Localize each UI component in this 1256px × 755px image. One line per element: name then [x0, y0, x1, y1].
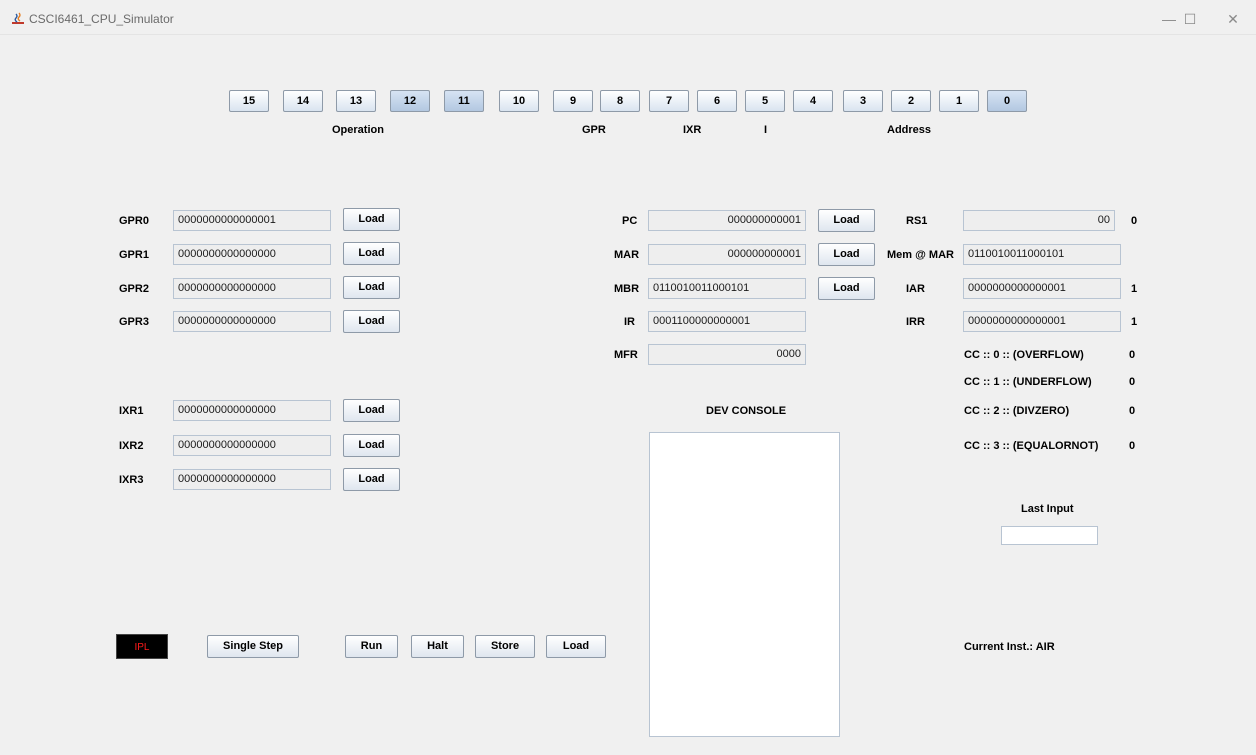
bit-13-button[interactable]: 13: [336, 90, 376, 112]
bit-4-button[interactable]: 4: [793, 90, 833, 112]
window-title: CSCI6461_CPU_Simulator: [29, 12, 174, 26]
gpr1-field: 0000000000000000: [173, 244, 331, 265]
i-group-label: I: [764, 124, 768, 136]
store-button[interactable]: Store: [475, 635, 535, 658]
ixr2-field: 0000000000000000: [173, 435, 331, 456]
ixr2-load-button[interactable]: Load: [343, 434, 400, 457]
ixr1-field: 0000000000000000: [173, 400, 331, 421]
ixr1-label: IXR1: [119, 405, 144, 417]
dev-console-title: DEV CONSOLE: [706, 405, 787, 417]
ixr3-label: IXR3: [119, 474, 144, 486]
bit-10-button[interactable]: 10: [499, 90, 539, 112]
maximize-button[interactable]: ☐: [1175, 8, 1205, 30]
bit-7-button[interactable]: 7: [649, 90, 689, 112]
bit-0-button[interactable]: 0: [987, 90, 1027, 112]
mar-load-button[interactable]: Load: [818, 243, 875, 266]
ipl-button[interactable]: IPL: [116, 634, 168, 659]
gpr2-label: GPR2: [119, 283, 149, 295]
bit-15-button[interactable]: 15: [229, 90, 269, 112]
cc-equalornot-value: 0: [1129, 440, 1136, 452]
gpr0-label: GPR0: [119, 215, 149, 227]
mbr-field: 0110010011000101: [648, 278, 806, 299]
cc-equalornot-label: CC :: 3 :: (EQUALORNOT): [964, 440, 1099, 452]
irr-field: 0000000000000001: [963, 311, 1121, 332]
bit-5-button[interactable]: 5: [745, 90, 785, 112]
gpr3-field: 0000000000000000: [173, 311, 331, 332]
mbr-label: MBR: [614, 283, 640, 295]
bit-1-button[interactable]: 1: [939, 90, 979, 112]
iar-indicator: 1: [1131, 283, 1138, 295]
cc-overflow-label: CC :: 0 :: (OVERFLOW): [964, 349, 1084, 361]
title-bar: [0, 0, 1256, 35]
bit-14-button[interactable]: 14: [283, 90, 323, 112]
last-input-label: Last Input: [1021, 503, 1074, 515]
gpr3-label: GPR3: [119, 316, 149, 328]
mar-field: 000000000001: [648, 244, 806, 265]
dev-console-textarea[interactable]: [649, 432, 840, 737]
mem-at-mar-label: Mem @ MAR: [887, 249, 954, 261]
bit-8-button[interactable]: 8: [600, 90, 640, 112]
cc-underflow-label: CC :: 1 :: (UNDERFLOW): [964, 376, 1092, 388]
gpr-group-label: GPR: [582, 124, 606, 136]
ixr2-label: IXR2: [119, 440, 144, 452]
last-input-field[interactable]: [1001, 526, 1098, 545]
cc-divzero-label: CC :: 2 :: (DIVZERO): [964, 405, 1070, 417]
bit-9-button[interactable]: 9: [553, 90, 593, 112]
irr-indicator: 1: [1131, 316, 1138, 328]
iar-label: IAR: [906, 283, 925, 295]
mem-at-mar-field: 0110010011000101: [963, 244, 1121, 265]
irr-label: IRR: [906, 316, 925, 328]
close-button[interactable]: ✕: [1218, 8, 1248, 30]
bit-2-button[interactable]: 2: [891, 90, 931, 112]
bit-6-button[interactable]: 6: [697, 90, 737, 112]
ixr3-field: 0000000000000000: [173, 469, 331, 490]
ixr3-load-button[interactable]: Load: [343, 468, 400, 491]
gpr2-field: 0000000000000000: [173, 278, 331, 299]
gpr1-load-button[interactable]: Load: [343, 242, 400, 265]
rs1-indicator: 0: [1131, 215, 1138, 227]
mar-label: MAR: [614, 249, 640, 261]
iar-field: 0000000000000001: [963, 278, 1121, 299]
cc-underflow-value: 0: [1129, 376, 1136, 388]
single-step-button[interactable]: Single Step: [207, 635, 299, 658]
gpr1-label: GPR1: [119, 249, 149, 261]
rs1-field: 00: [963, 210, 1115, 231]
operation-group-label: Operation: [332, 124, 384, 136]
ir-label: IR: [624, 316, 635, 328]
rs1-label: RS1: [906, 215, 928, 227]
gpr0-load-button[interactable]: Load: [343, 208, 400, 231]
run-button[interactable]: Run: [345, 635, 398, 658]
cc-overflow-value: 0: [1129, 349, 1136, 361]
current-instruction-label: Current Inst.: AIR: [964, 641, 1055, 653]
gpr3-load-button[interactable]: Load: [343, 310, 400, 333]
mbr-load-button[interactable]: Load: [818, 277, 875, 300]
pc-load-button[interactable]: Load: [818, 209, 875, 232]
ixr1-load-button[interactable]: Load: [343, 399, 400, 422]
bit-3-button[interactable]: 3: [843, 90, 883, 112]
gpr0-field: 0000000000000001: [173, 210, 331, 231]
address-group-label: Address: [887, 124, 932, 136]
cc-divzero-value: 0: [1129, 405, 1136, 417]
halt-button[interactable]: Halt: [411, 635, 464, 658]
bit-11-button[interactable]: 11: [444, 90, 484, 112]
load-button[interactable]: Load: [546, 635, 606, 658]
mfr-label: MFR: [614, 349, 638, 361]
mfr-field: 0000: [648, 344, 806, 365]
bit-12-button[interactable]: 12: [390, 90, 430, 112]
ir-field: 0001100000000001: [648, 311, 806, 332]
pc-label: PC: [622, 215, 638, 227]
java-icon: [12, 12, 24, 24]
gpr2-load-button[interactable]: Load: [343, 276, 400, 299]
ixr-group-label: IXR: [683, 124, 702, 136]
pc-field: 000000000001: [648, 210, 806, 231]
